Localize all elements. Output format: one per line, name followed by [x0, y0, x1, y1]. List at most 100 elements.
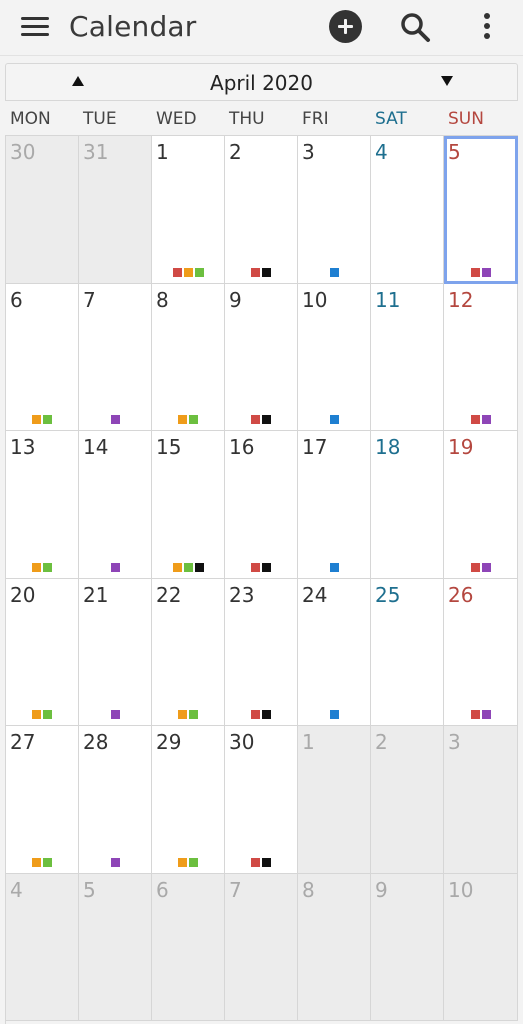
event-marker-green	[189, 415, 198, 424]
day-cell-tue[interactable]: 7	[79, 284, 152, 431]
day-cell-sat[interactable]: 11	[371, 284, 444, 431]
day-cell-fri[interactable]: 10	[298, 284, 371, 431]
day-cell-tue[interactable]: 5	[79, 874, 152, 1021]
day-cell-mon[interactable]: 30	[6, 136, 79, 284]
day-number: 10	[302, 288, 328, 312]
search-icon[interactable]	[398, 10, 434, 46]
day-number: 14	[83, 435, 109, 459]
app-bar: Calendar	[0, 0, 523, 56]
day-number: 3	[448, 730, 461, 754]
event-marker-black	[262, 710, 271, 719]
event-marker-red	[251, 858, 260, 867]
day-cell-sun[interactable]: 19	[444, 431, 518, 579]
day-number: 1	[156, 140, 169, 164]
month-title[interactable]: April 2020	[106, 70, 417, 96]
day-number: 23	[229, 583, 255, 607]
event-marker-purple	[481, 563, 491, 572]
next-month-icon[interactable]	[417, 64, 477, 100]
event-marker-red	[172, 268, 182, 277]
day-cell-fri[interactable]: 17	[298, 431, 371, 579]
day-cell-sat[interactable]: 18	[371, 431, 444, 579]
day-cell-fri[interactable]: 3	[298, 136, 371, 284]
day-cell-thu[interactable]: 16	[225, 431, 298, 579]
event-marker-orange	[178, 415, 187, 424]
day-cell-mon[interactable]: 4	[6, 874, 79, 1021]
event-marker-orange	[178, 710, 187, 719]
month-navigator: April 2020	[5, 63, 518, 101]
day-cell-mon[interactable]: 27	[6, 726, 79, 874]
day-cell-mon[interactable]: 20	[6, 579, 79, 726]
event-marker-orange	[183, 268, 193, 277]
day-number: 8	[302, 878, 315, 902]
day-cell-mon[interactable]: 13	[6, 431, 79, 579]
day-cell-sun[interactable]: 26	[444, 579, 518, 726]
weekday-sat: SAT	[375, 109, 407, 129]
event-markers	[444, 710, 517, 719]
day-cell-fri[interactable]: 1	[298, 726, 371, 874]
day-cell-tue[interactable]: 21	[79, 579, 152, 726]
day-number: 29	[156, 730, 182, 754]
add-event-icon[interactable]	[329, 10, 362, 43]
day-cell-sun[interactable]: 3	[444, 726, 518, 874]
day-cell-thu[interactable]: 23	[225, 579, 298, 726]
previous-month-icon[interactable]	[46, 64, 106, 100]
day-cell-thu[interactable]: 30	[225, 726, 298, 874]
event-markers	[444, 415, 517, 424]
day-cell-sun[interactable]: 12	[444, 284, 518, 431]
event-marker-green	[43, 563, 52, 572]
event-marker-red	[470, 563, 480, 572]
day-cell-wed[interactable]: 6	[152, 874, 225, 1021]
day-cell-tue[interactable]: 14	[79, 431, 152, 579]
day-cell-thu[interactable]: 7	[225, 874, 298, 1021]
day-cell-wed[interactable]: 1	[152, 136, 225, 284]
event-marker-green	[43, 858, 52, 867]
event-marker-purple	[110, 415, 120, 424]
day-cell-thu[interactable]: 9	[225, 284, 298, 431]
weekday-wed: WED	[156, 109, 197, 129]
event-marker-blue	[329, 563, 339, 572]
event-marker-black	[262, 415, 271, 424]
day-number: 22	[156, 583, 182, 607]
event-marker-purple	[110, 858, 120, 867]
day-cell-thu[interactable]: 2	[225, 136, 298, 284]
day-cell-wed[interactable]: 8	[152, 284, 225, 431]
event-markers	[152, 858, 224, 867]
day-cell-tue[interactable]: 31	[79, 136, 152, 284]
day-cell-wed[interactable]: 15	[152, 431, 225, 579]
day-cell-sat[interactable]: 4	[371, 136, 444, 284]
day-cell-mon[interactable]: 6	[6, 284, 79, 431]
event-markers	[6, 858, 78, 867]
day-cell-tue[interactable]: 28	[79, 726, 152, 874]
event-marker-orange	[178, 858, 187, 867]
event-marker-red	[251, 563, 260, 572]
event-markers	[152, 268, 224, 277]
day-number: 30	[229, 730, 255, 754]
day-cell-sun[interactable]: 10	[444, 874, 518, 1021]
event-markers	[298, 710, 370, 719]
day-cell-sat[interactable]: 2	[371, 726, 444, 874]
day-cell-fri[interactable]: 8	[298, 874, 371, 1021]
day-number: 17	[302, 435, 328, 459]
hamburger-menu-icon[interactable]	[20, 13, 52, 43]
day-cell-sat[interactable]: 9	[371, 874, 444, 1021]
event-markers	[79, 563, 151, 572]
event-marker-red	[251, 415, 260, 424]
event-markers	[225, 858, 297, 867]
event-marker-purple	[481, 268, 491, 277]
day-number: 9	[375, 878, 388, 902]
event-marker-black	[262, 563, 271, 572]
event-marker-blue	[329, 415, 339, 424]
event-marker-green	[189, 858, 198, 867]
day-number: 21	[83, 583, 109, 607]
day-cell-wed[interactable]: 22	[152, 579, 225, 726]
day-number: 4	[10, 878, 23, 902]
event-markers	[6, 415, 78, 424]
event-markers	[225, 710, 297, 719]
day-cell-wed[interactable]: 29	[152, 726, 225, 874]
day-cell-sun[interactable]: 5	[444, 136, 518, 284]
day-cell-fri[interactable]: 24	[298, 579, 371, 726]
more-options-icon[interactable]	[476, 10, 498, 44]
day-number: 8	[156, 288, 169, 312]
day-number: 5	[448, 140, 461, 164]
day-cell-sat[interactable]: 25	[371, 579, 444, 726]
